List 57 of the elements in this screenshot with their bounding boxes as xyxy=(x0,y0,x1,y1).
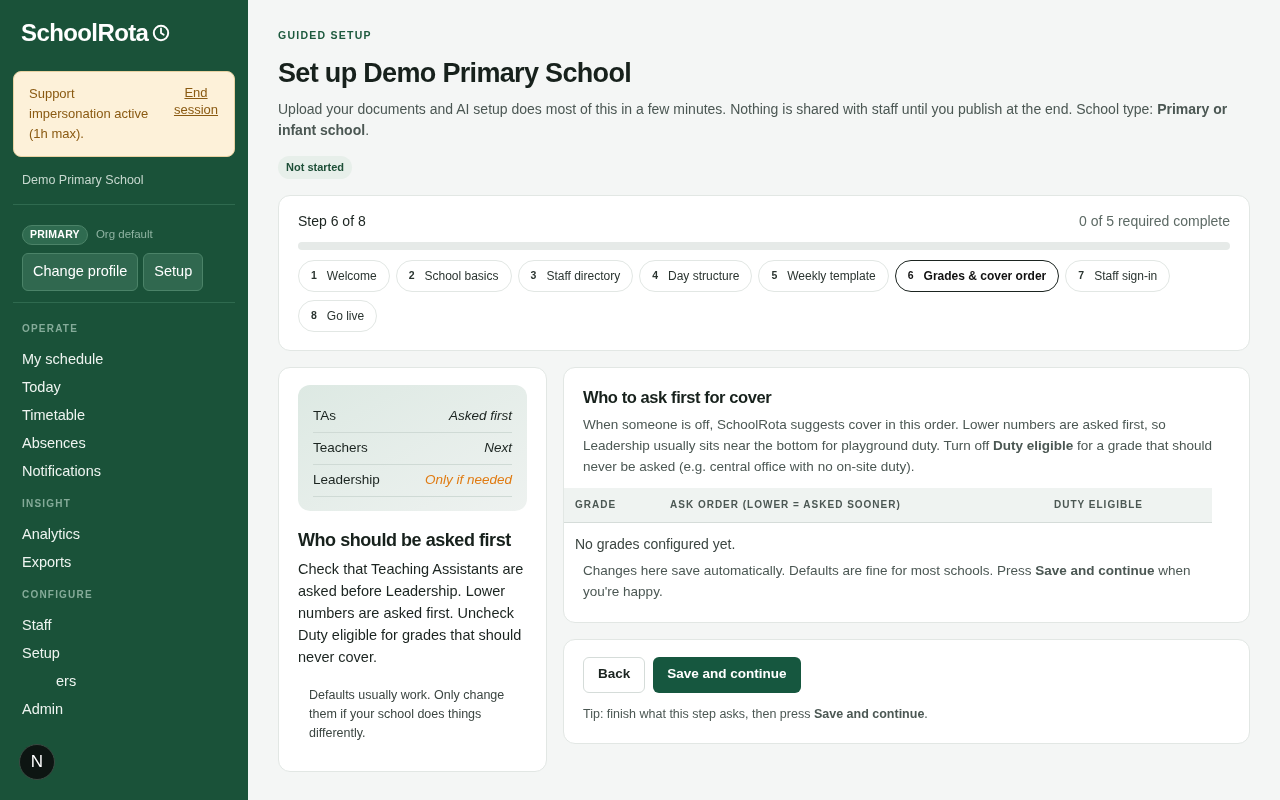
legend-value: Only if needed xyxy=(424,471,512,490)
legend-label: Teachers xyxy=(313,439,368,458)
nav-item[interactable]: ers xyxy=(56,670,77,691)
page-intro: Upload your documents and AI setup does most of this in a few minutes. Nothing is shared with staff until you publish at the end. School type: Primary or infant school. xyxy=(278,100,1229,141)
logo[interactable]: SchoolRota xyxy=(21,15,149,51)
step-tab[interactable]: 1 Welcome xyxy=(298,259,390,292)
page-title: Set up Demo Primary School xyxy=(278,56,633,90)
nav-section-heading: OPERATE xyxy=(22,321,79,336)
step-tab[interactable]: 4 Day structure xyxy=(639,259,753,292)
status-badge: Not started xyxy=(278,156,353,179)
nav-item[interactable]: Setup xyxy=(22,642,60,663)
profile-button[interactable]: Change profile xyxy=(22,252,139,291)
step-tab[interactable]: 3 Staff directory xyxy=(517,259,634,292)
nav-section-heading: CONFIGURE xyxy=(22,587,94,602)
guide-note: Defaults usually work. Only change them if your school does things differently. xyxy=(308,686,506,742)
school-name: Demo Primary School xyxy=(21,172,145,189)
nav-item[interactable]: Notifications xyxy=(22,460,101,481)
profile-note: Org default xyxy=(95,227,153,242)
tip-text: Tip: finish what this step asks, then press Save and continue. xyxy=(583,705,929,723)
required-summary: 0 of 5 required complete xyxy=(1079,211,1230,231)
clock-icon xyxy=(152,24,171,42)
nav-item[interactable]: Timetable xyxy=(22,404,86,425)
step-tab[interactable]: 6 Grades & cover order xyxy=(894,259,1060,292)
step-tab[interactable]: 8 Go live xyxy=(298,299,378,332)
eyebrow: GUIDED SETUP xyxy=(278,28,373,43)
back-button[interactable]: Back xyxy=(583,656,646,693)
nav-item[interactable]: Today xyxy=(22,376,61,397)
cover-footnote: Changes here save automatically. Defaults are fine for most schools. Press Save and continue when you're happy. xyxy=(582,561,1192,601)
end-session-link[interactable]: End session xyxy=(173,84,219,144)
legend-label: Leadership xyxy=(313,471,380,490)
step-counter: Step 6 of 8 xyxy=(298,211,366,231)
cover-title: Who to ask first for cover xyxy=(582,386,773,408)
nav-item[interactable]: Admin xyxy=(22,698,64,719)
nav-item[interactable]: Exports xyxy=(22,551,72,572)
column-header: GRADE xyxy=(574,498,618,512)
column-header: DUTY ELIGIBLE xyxy=(1054,498,1143,512)
legend-label: TAs xyxy=(313,407,336,426)
legend-value: Next xyxy=(484,439,512,458)
step-tab[interactable]: 5 Weekly template xyxy=(758,259,889,292)
profile-button[interactable]: Setup xyxy=(143,252,204,291)
legend-value: Asked first xyxy=(448,407,512,426)
nav-item[interactable]: Absences xyxy=(22,432,86,453)
cover-description: When someone is off, SchoolRota suggests cover in this order. Lower numbers are asked first, so Leadership usually sits near the bottom for playground duty. Turn off Duty eligible for a grade that should never be asked (e.g. central office with no on-site duty). xyxy=(582,415,1214,476)
step-tab[interactable]: 7 Staff sign-in xyxy=(1065,259,1171,292)
nav-section-heading: INSIGHT xyxy=(22,496,72,511)
step-tab[interactable]: 2 School basics xyxy=(395,259,512,292)
column-header: ASK ORDER (LOWER = ASKED SOONER) xyxy=(670,498,902,512)
nav-item[interactable]: Analytics xyxy=(22,523,81,544)
empty-table-message: No grades configured yet. xyxy=(574,534,737,554)
guide-body: Check that Teaching Assistants are asked before Leadership. Lower numbers are asked first. Uncheck Duty eligible for grades that should never cover. xyxy=(298,559,525,667)
save-continue-button[interactable]: Save and continue xyxy=(653,656,801,693)
profile-badge: PRIMARY xyxy=(22,224,88,245)
guide-title: Who should be asked first xyxy=(298,528,512,552)
avatar[interactable]: N xyxy=(19,744,55,780)
nav-item[interactable]: My schedule xyxy=(22,348,104,369)
nav-item[interactable]: Staff xyxy=(22,614,52,635)
banner-text: Support impersonation active (1h max). xyxy=(29,85,150,143)
